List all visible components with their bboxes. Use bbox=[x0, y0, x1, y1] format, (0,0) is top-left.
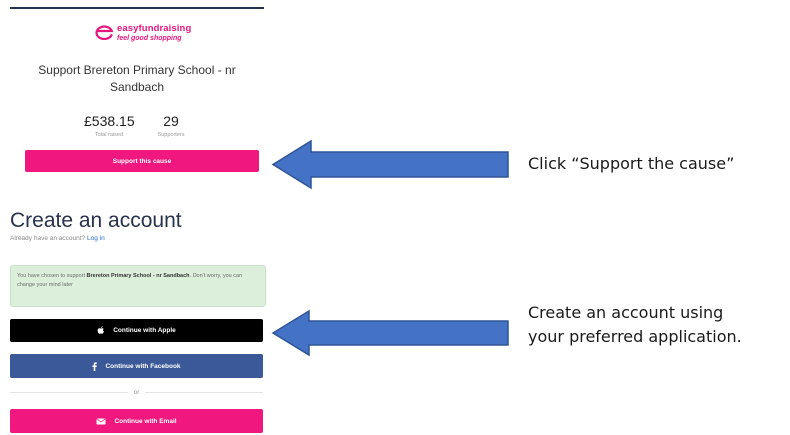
create-annotation-line1: Create an account using bbox=[528, 303, 724, 322]
logo-name: easyfundraising bbox=[117, 23, 192, 34]
login-link[interactable]: Log in bbox=[87, 235, 105, 242]
facebook-icon bbox=[92, 361, 98, 371]
easyfundraising-logo: easyfundraising feel good shopping bbox=[94, 24, 191, 42]
or-label: or bbox=[133, 388, 140, 396]
easyfundraising-logo-icon bbox=[95, 25, 114, 41]
continue-facebook-label: Continue with Facebook bbox=[105, 362, 181, 370]
divider-line bbox=[145, 391, 263, 393]
notice-prefix: You have chosen to support bbox=[17, 273, 85, 279]
supporters-value: 29 bbox=[163, 113, 179, 129]
chosen-cause-notice: You have chosen to support Brereton Prim… bbox=[10, 265, 266, 307]
notice-cause: Brereton Primary School - nr Sandbach bbox=[86, 273, 190, 279]
divider-line bbox=[10, 391, 128, 393]
total-raised-stat: £538.15 Total raised bbox=[84, 113, 135, 138]
support-annotation: Click “Support the cause” bbox=[528, 154, 735, 173]
continue-apple-button[interactable]: Continue with Apple bbox=[10, 319, 263, 342]
cause-title: Support Brereton Primary School - nr San… bbox=[38, 63, 236, 95]
logo-tagline: feel good shopping bbox=[117, 34, 182, 42]
create-annotation-line2: your preferred application. bbox=[528, 327, 742, 346]
create-account-annotation: Create an account using your preferred a… bbox=[528, 301, 742, 349]
login-prompt: Already have an account? Log in bbox=[10, 235, 105, 242]
continue-email-label: Continue with Email bbox=[114, 417, 177, 425]
continue-email-button[interactable]: Continue with Email bbox=[10, 409, 263, 433]
support-cause-button[interactable]: Support this cause bbox=[25, 150, 259, 172]
arrow-left-icon bbox=[271, 139, 509, 190]
continue-facebook-button[interactable]: Continue with Facebook bbox=[10, 354, 263, 378]
or-divider: or bbox=[10, 387, 263, 397]
top-divider bbox=[10, 7, 264, 9]
email-icon bbox=[96, 418, 106, 424]
login-prompt-text: Already have an account? bbox=[10, 235, 86, 242]
support-cause-label: Support this cause bbox=[112, 157, 172, 165]
supporters-label: Supporters bbox=[157, 132, 185, 138]
total-raised-value: £538.15 bbox=[84, 113, 135, 129]
arrow-left-icon bbox=[271, 309, 509, 357]
supporters-stat: 29 Supporters bbox=[150, 113, 192, 138]
create-account-heading: Create an account bbox=[10, 209, 182, 232]
continue-apple-label: Continue with Apple bbox=[113, 327, 176, 334]
total-raised-label: Total raised bbox=[94, 132, 124, 138]
apple-icon bbox=[97, 326, 105, 334]
